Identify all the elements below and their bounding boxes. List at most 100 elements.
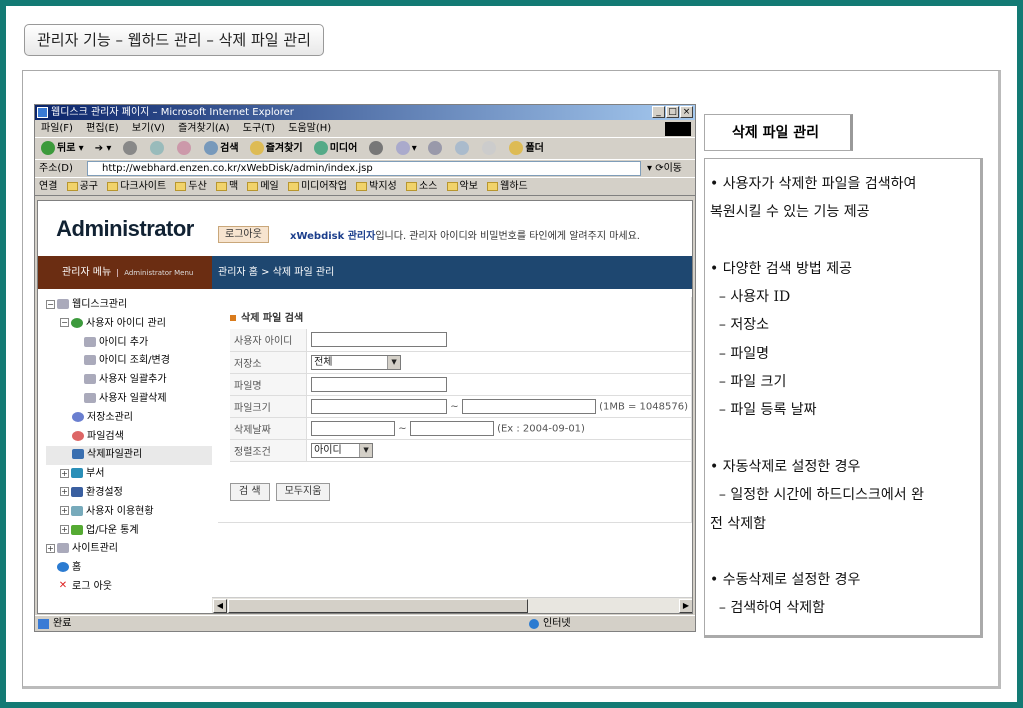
toolbar: 뒤로 ▾ ➔ ▾ 검색 즐겨찾기 미디어 ▾ 폴더 <box>35 138 695 160</box>
tree-item[interactable]: ✕ 로그 아웃 <box>46 578 212 597</box>
tree-item[interactable]: 저장소관리 <box>46 409 212 428</box>
usage-icon <box>71 505 83 516</box>
favorites-button[interactable]: 즐겨찾기 <box>249 141 303 155</box>
link-item[interactable]: 악보 <box>446 181 478 192</box>
back-button[interactable]: 뒤로 ▾ <box>41 141 84 155</box>
storage-label: 저장소 <box>230 351 308 374</box>
link-item[interactable]: 박지성 <box>356 181 397 192</box>
scroll-thumb[interactable] <box>228 599 528 613</box>
admin-logo: Administrator <box>56 216 194 241</box>
forward-button[interactable]: ➔ ▾ <box>95 143 112 154</box>
menu-help[interactable]: 도움말(H) <box>288 123 331 134</box>
tree-item[interactable]: + 사이트관리 <box>46 540 212 559</box>
menu-favorites[interactable]: 즐겨찾기(A) <box>178 123 229 134</box>
mail-button[interactable]: ▾ <box>395 141 417 155</box>
admin-tree: − 웹디스크관리 − 사용자 아이디 관리 아이디 추가 아이디 조회/변경 사용자… <box>46 296 212 597</box>
storage-icon <box>72 411 84 422</box>
search-form: 사용자 아이디 저장소 전체 ▼ 파일명 파일크기 ~ (1MB = 10485… <box>230 329 692 462</box>
go-button[interactable]: ▾ ⟳이동 <box>647 160 682 178</box>
link-item[interactable]: 메일 <box>247 181 279 192</box>
print-icon <box>427 141 442 155</box>
tree-item[interactable]: + 환경설정 <box>46 484 212 503</box>
filesize-max-input[interactable] <box>461 398 596 414</box>
link-item[interactable]: 미디어작업 <box>287 181 347 192</box>
history-button[interactable] <box>368 141 385 155</box>
expand-icon[interactable]: + <box>60 487 69 497</box>
discuss-button[interactable] <box>482 141 498 155</box>
content-frame: 웹디스크 관리자 페이지 – Microsoft Internet Explor… <box>22 70 1001 689</box>
scroll-right-icon[interactable]: ▶ <box>679 599 692 613</box>
tree-item[interactable]: + 사용자 이용현황 <box>46 503 212 522</box>
scroll-left-icon[interactable]: ◀ <box>213 599 227 613</box>
edit-button[interactable] <box>455 141 471 155</box>
minimize-button[interactable]: _ <box>652 106 665 118</box>
media-icon <box>313 141 328 155</box>
reset-button[interactable]: 모두지움 <box>275 483 331 501</box>
link-item[interactable]: 다크사이트 <box>107 181 166 192</box>
filename-input[interactable] <box>311 376 448 392</box>
sort-select[interactable]: 아이디 ▼ <box>311 442 374 458</box>
home-button[interactable] <box>176 141 193 155</box>
expand-icon[interactable]: + <box>60 506 69 516</box>
stop-button[interactable] <box>122 141 139 155</box>
menu-file[interactable]: 파일(F) <box>41 123 73 134</box>
tree-item[interactable]: 파일검색 <box>46 428 212 447</box>
disk-icon <box>84 374 96 385</box>
tree-item-selected[interactable]: 삭제파일관리 <box>46 446 212 466</box>
link-item[interactable]: 공구 <box>66 181 98 192</box>
tree-item[interactable]: + 업/다운 통계 <box>46 522 212 541</box>
date-from-input[interactable] <box>311 420 396 436</box>
link-item[interactable]: 웹하드 <box>487 181 528 192</box>
search-button[interactable]: 검 색 <box>230 483 270 501</box>
collapse-icon[interactable]: − <box>60 318 69 328</box>
storage-select[interactable]: 전체 ▼ <box>311 354 402 370</box>
close-button[interactable]: × <box>680 106 693 118</box>
refresh-icon <box>149 141 164 155</box>
menu-view[interactable]: 보기(V) <box>132 123 165 134</box>
link-item[interactable]: 맥 <box>215 181 238 192</box>
search-button[interactable]: 검색 <box>204 141 239 155</box>
search-panel: 삭제 파일 검색 사용자 아이디 저장소 전체 ▼ 파일명 파일크기 ~ (1M… <box>218 297 692 523</box>
settings-icon <box>71 486 83 497</box>
tree-item[interactable]: − 웹디스크관리 <box>46 296 212 315</box>
tree-item[interactable]: 아이디 추가 <box>46 334 212 353</box>
tree-item[interactable]: 아이디 조회/변경 <box>46 352 212 371</box>
user-icon <box>71 317 83 328</box>
address-input[interactable]: http://webhard.enzen.co.kr/xWebDisk/admi… <box>87 161 641 176</box>
media-button[interactable]: 미디어 <box>313 141 357 155</box>
user-id-input[interactable] <box>311 332 448 348</box>
tree-item[interactable]: + 부서 <box>46 465 212 484</box>
menu-tools[interactable]: 도구(T) <box>243 123 275 134</box>
menubar: 파일(F) 편집(E) 보기(V) 즐겨찾기(A) 도구(T) 도움말(H) <box>35 120 695 138</box>
chevron-down-icon: ▼ <box>387 355 401 369</box>
logout-button[interactable]: 로그아웃 <box>218 226 269 243</box>
folder-button[interactable]: 폴더 <box>509 141 544 155</box>
desc-line <box>710 425 975 453</box>
refresh-button[interactable] <box>149 141 166 155</box>
deleted-date-label: 삭제날짜 <box>230 417 308 440</box>
filesize-min-input[interactable] <box>311 398 448 414</box>
expand-icon[interactable]: + <box>46 543 55 553</box>
date-to-input[interactable] <box>409 420 494 436</box>
horizontal-scrollbar[interactable]: ◀ ▶ <box>212 597 692 613</box>
collapse-icon[interactable]: − <box>46 299 55 309</box>
tree-item[interactable]: 사용자 일괄추가 <box>46 371 212 390</box>
desc-line <box>710 227 975 255</box>
desc-line: 복원시킬 수 있는 기능 제공 <box>710 204 870 221</box>
windows-logo-icon <box>665 122 691 136</box>
browser-titlebar: 웹디스크 관리자 페이지 – Microsoft Internet Explor… <box>35 105 695 120</box>
link-item[interactable]: 소스 <box>405 181 437 192</box>
tree-item[interactable]: 사용자 일괄삭제 <box>46 390 212 409</box>
expand-icon[interactable]: + <box>60 468 69 478</box>
maximize-button[interactable]: □ <box>666 106 679 118</box>
print-button[interactable] <box>427 141 444 155</box>
menu-edit[interactable]: 편집(E) <box>86 123 119 134</box>
department-icon <box>71 468 83 479</box>
desc-line: – 파일 크기 <box>710 374 787 391</box>
expand-icon[interactable]: + <box>60 525 69 535</box>
tree-item[interactable]: − 사용자 아이디 관리 <box>46 315 212 334</box>
desc-line <box>710 538 975 566</box>
link-item[interactable]: 두산 <box>175 181 207 192</box>
tree-item[interactable]: 홈 <box>46 559 212 578</box>
internet-zone: 인터넷 <box>529 616 571 632</box>
